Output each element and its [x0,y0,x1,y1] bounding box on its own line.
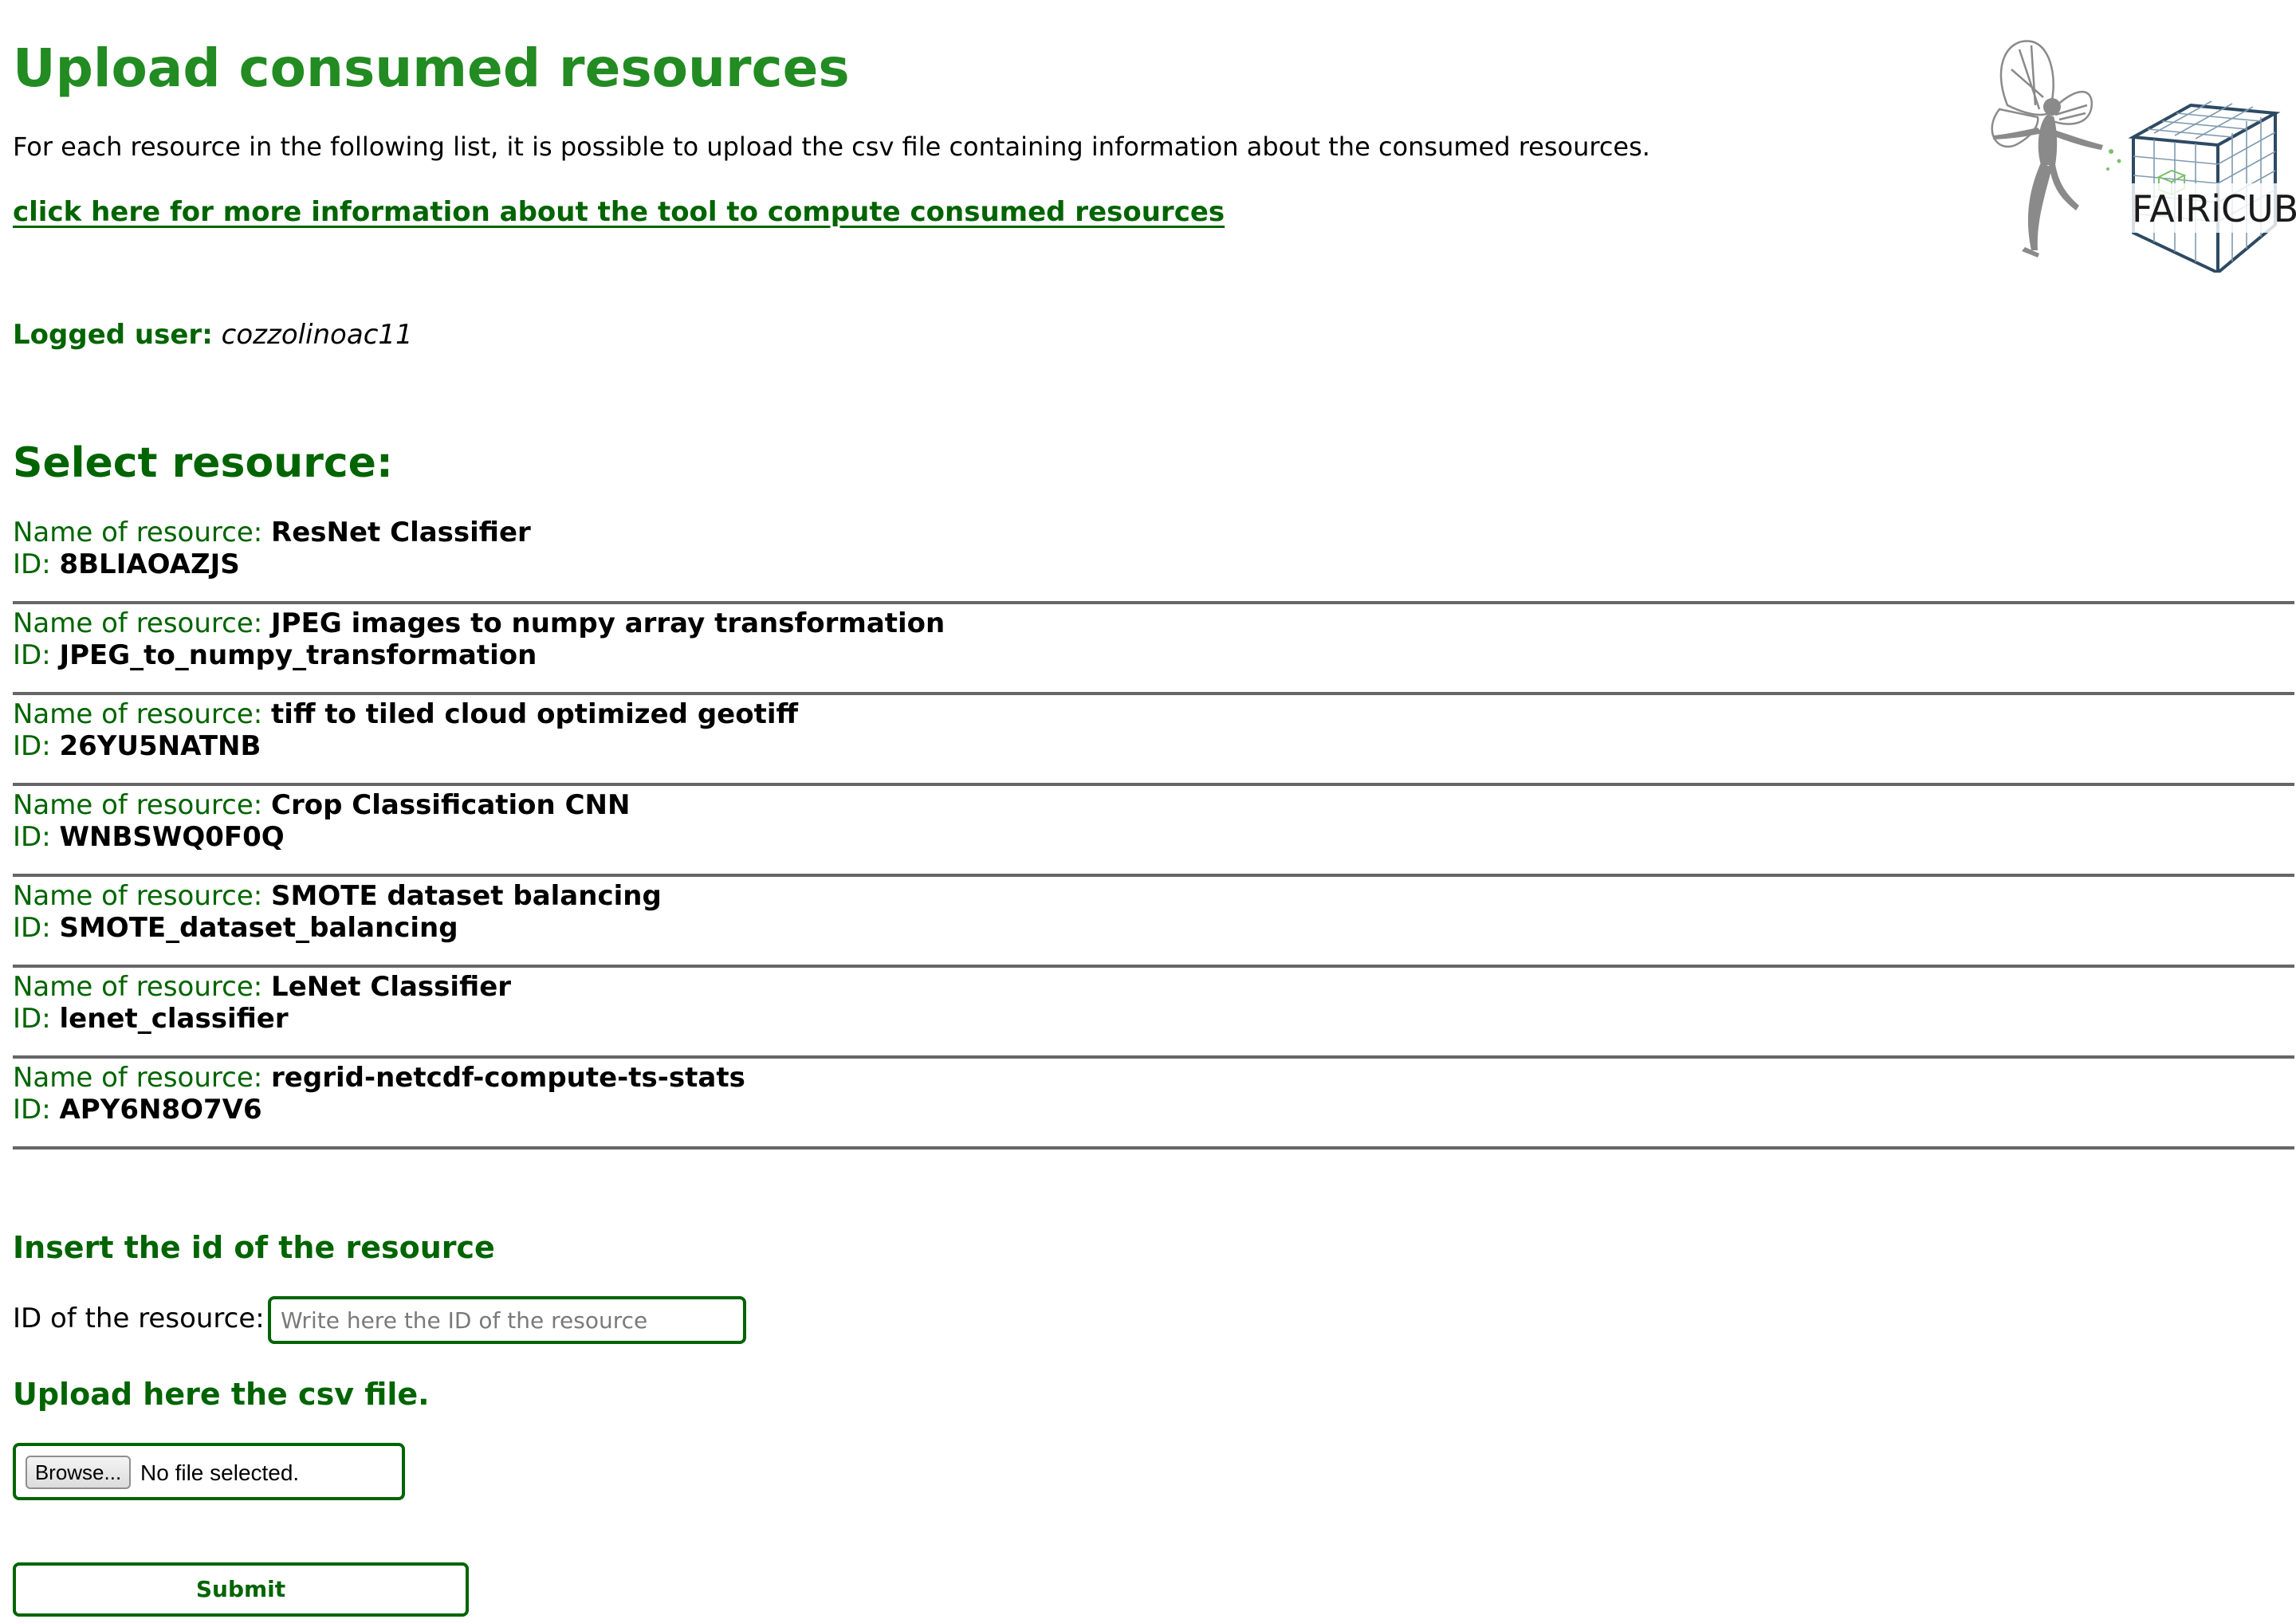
page-title: Upload consumed resources [13,37,850,99]
fairy-cube-logo-icon: FAIRiCUBE [1991,40,2296,276]
info-link[interactable]: click here for more information about th… [13,196,1225,228]
list-item[interactable]: Name of resource: tiff to tiled cloud op… [13,695,2294,786]
list-item[interactable]: Name of resource: LeNet Classifier ID: l… [13,968,2294,1059]
resource-name-label: Name of resource: [13,517,263,548]
resource-id: WNBSWQ0F0Q [59,821,285,853]
resource-name-label: Name of resource: [13,1062,263,1094]
resource-name: ResNet Classifier [271,517,531,548]
resource-id-label: ID: [13,548,51,580]
resource-id: SMOTE_dataset_balancing [59,912,458,944]
resource-name-label: Name of resource: [13,698,263,730]
logged-user-label: Logged user: [13,319,213,351]
resource-id-label: ID: [13,730,51,762]
resource-id-label: ID: [13,912,51,944]
resource-name: JPEG images to numpy array transformatio… [271,607,946,639]
insert-id-heading: Insert the id of the resource [13,1230,495,1265]
resource-name: regrid-netcdf-compute-ts-stats [271,1062,745,1094]
list-item[interactable]: Name of resource: regrid-netcdf-compute-… [13,1059,2294,1149]
resource-id: 26YU5NATNB [59,730,261,762]
csv-file-input[interactable]: Browse... No file selected. [13,1443,405,1500]
logged-user: Logged user: cozzolinoac11 [13,319,413,351]
select-resource-heading: Select resource: [13,439,393,487]
resource-name: LeNet Classifier [271,971,512,1003]
resource-list: Name of resource: ResNet Classifier ID: … [13,513,2294,1149]
resource-name: tiff to tiled cloud optimized geotiff [271,698,799,730]
resource-id-label: ID: [13,1003,51,1035]
resource-id-input[interactable] [268,1296,746,1344]
list-item[interactable]: Name of resource: SMOTE dataset balancin… [13,877,2294,968]
resource-name-label: Name of resource: [13,607,263,639]
page: Upload consumed resources For each resou… [0,0,2296,1623]
resource-id: lenet_classifier [59,1003,289,1035]
file-status: No file selected. [140,1460,300,1485]
intro-text: For each resource in the following list,… [13,132,1650,162]
fairicube-logo: FAIRiCUBE [1976,33,2296,276]
resource-id: APY6N8O7V6 [59,1094,262,1126]
list-item[interactable]: Name of resource: Crop Classification CN… [13,786,2294,877]
upload-csv-heading: Upload here the csv file. [13,1377,430,1412]
resource-id: JPEG_to_numpy_transformation [59,639,537,671]
resource-name-label: Name of resource: [13,880,263,912]
resource-id-label: ID: [13,639,51,671]
resource-name-label: Name of resource: [13,971,263,1003]
logged-user-name: cozzolinoac11 [221,319,413,351]
resource-name: Crop Classification CNN [271,789,631,821]
resource-id-field-label: ID of the resource: [13,1303,265,1334]
list-item[interactable]: Name of resource: ResNet Classifier ID: … [13,513,2294,604]
submit-button[interactable]: Submit [13,1562,469,1617]
resource-name: SMOTE dataset balancing [271,880,662,912]
resource-name-label: Name of resource: [13,789,263,821]
list-item[interactable]: Name of resource: JPEG images to numpy a… [13,604,2294,695]
resource-id-label: ID: [13,1094,51,1126]
resource-id-label: ID: [13,821,51,853]
browse-button[interactable]: Browse... [26,1456,131,1489]
logo-text: FAIRiCUBE [2132,187,2296,230]
resource-id: 8BLIAOAZJS [59,548,240,580]
